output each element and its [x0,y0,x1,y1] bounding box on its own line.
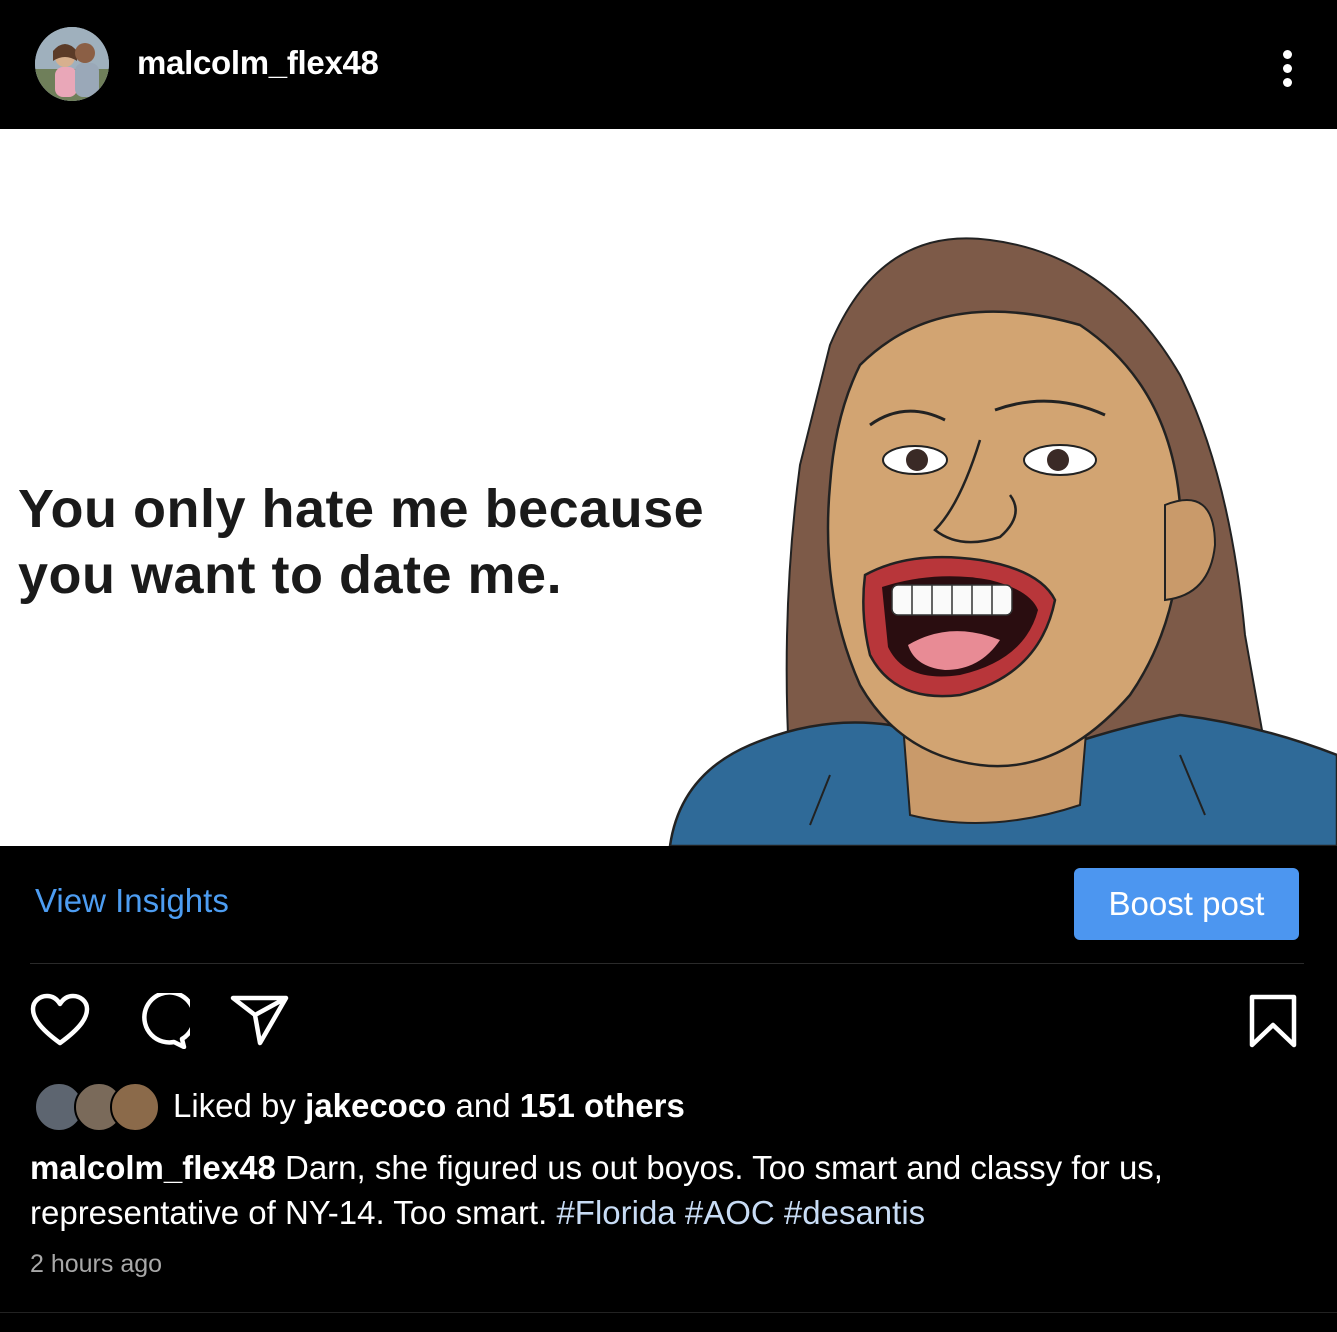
liker-avatars[interactable] [34,1082,160,1132]
post-header: malcolm_flex48 [0,0,1337,128]
more-vertical-icon[interactable] [1270,44,1306,90]
view-insights-link[interactable]: View Insights [35,882,229,920]
avatar-photo [35,27,109,101]
comment-icon[interactable] [130,990,197,1054]
liker-username[interactable]: jakecoco [305,1087,446,1124]
hashtag[interactable]: #AOC [685,1194,775,1231]
send-icon[interactable] [230,993,290,1054]
post-timestamp: 2 hours ago [30,1250,163,1278]
post-username[interactable]: malcolm_flex48 [137,44,379,82]
profile-avatar[interactable] [35,27,109,101]
meme-caption-line-1: You only hate me because [18,479,705,539]
hashtag[interactable]: #Florida [556,1194,675,1231]
cartoon-illustration [668,237,1337,846]
hashtag[interactable]: #desantis [784,1194,925,1231]
boost-post-button[interactable]: Boost post [1074,868,1299,940]
liker-avatar [110,1082,160,1132]
caption-username[interactable]: malcolm_flex48 [30,1149,276,1186]
divider [30,963,1304,964]
likes-others[interactable]: 151 others [520,1087,685,1124]
likes-summary[interactable]: Liked by jakecoco and 151 others [173,1087,685,1125]
heart-icon[interactable] [30,993,90,1054]
meme-caption: You only hate me because you want to dat… [18,476,704,608]
bookmark-icon[interactable] [1246,993,1300,1054]
post-image[interactable]: You only hate me because you want to dat… [0,129,1337,846]
divider [0,1312,1337,1313]
meme-caption-line-2: you want to date me. [18,545,563,605]
post-caption: malcolm_flex48 Darn, she figured us out … [30,1145,1310,1235]
likes-middle: and [446,1087,520,1124]
likes-prefix: Liked by [173,1087,306,1124]
